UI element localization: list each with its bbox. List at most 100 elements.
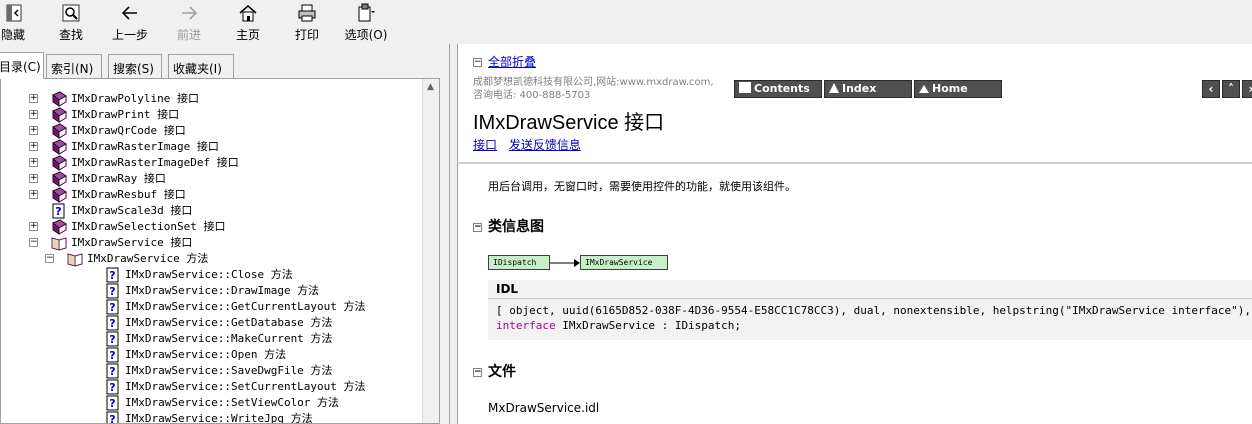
expand-icon[interactable]: + [29,190,38,199]
forward-button[interactable]: 前进 [172,0,206,44]
tree-item[interactable]: + IMxDrawRasterImage 接口 [1,139,421,155]
section-class-diagram[interactable]: − 类信息图 [473,216,544,236]
file-name: MxDrawService.idl [488,401,600,415]
company-info: 成都梦想凯德科技有限公司,网站:www.mxdraw.com,咨询电话: 400… [473,77,714,101]
tree-item[interactable]: + IMxDrawPolyline 接口 [1,91,421,107]
tree-item-label: IMxDrawService::WriteJpg 方法 [125,412,313,424]
inheritance-arrow-icon [550,259,580,267]
tree-item[interactable]: ? IMxDrawService::SetCurrentLayout 方法 [1,379,421,395]
tree-item-label: IMxDrawService::GetDatabase 方法 [125,316,333,329]
tree-item[interactable]: ? IMxDrawService::GetDatabase 方法 [1,315,421,331]
svg-text:?: ? [109,333,115,346]
expand-icon[interactable]: + [29,222,38,231]
tree-item-label: IMxDrawService 方法 [87,252,209,265]
tree-item-label: IMxDrawRasterImageDef 接口 [71,156,239,169]
tree-item[interactable]: + IMxDrawRasterImageDef 接口 [1,155,421,171]
expand-icon[interactable]: + [29,174,38,183]
printer-icon [298,4,316,22]
help-page-icon: ? [105,283,121,299]
base-class-box[interactable]: IDispatch [488,255,550,270]
expand-icon[interactable]: + [29,142,38,151]
section-file[interactable]: − 文件 [473,361,516,381]
feedback-link[interactable]: 发送反馈信息 [509,138,581,152]
tree-item[interactable]: + IMxDrawResbuf 接口 [1,187,421,203]
interface-link[interactable]: 接口 [473,138,497,152]
tab-index[interactable]: 索引(N) [46,54,102,78]
book-icon [51,139,67,155]
svg-text:?: ? [109,285,115,298]
tree-item[interactable]: ? IMxDrawService::WriteJpg 方法 [1,411,421,424]
svg-text:?: ? [109,349,115,362]
tree-item[interactable]: + IMxDrawPrint 接口 [1,107,421,123]
tree-item[interactable]: ? IMxDrawService::Open 方法 [1,347,421,363]
back-button[interactable]: 上一步 [108,0,152,44]
tree-item[interactable]: ? IMxDrawService::MakeCurrent 方法 [1,331,421,347]
hide-icon [6,4,22,22]
derived-class-box[interactable]: IMxDrawService [580,255,668,270]
book-icon [51,155,67,171]
tree-item[interactable]: + IMxDrawRay 接口 [1,171,421,187]
tree-item[interactable]: + IMxDrawQrCode 接口 [1,123,421,139]
collapse-all[interactable]: − 全部折叠 [473,53,536,70]
expand-icon[interactable]: + [29,94,38,103]
up-topic-button[interactable]: ˄ [1222,80,1240,98]
tree-item[interactable]: ? IMxDrawScale3d 接口 [1,203,421,219]
tree-item-label: IMxDrawService::Open 方法 [125,348,287,361]
options-button[interactable]: 选项(O) [342,0,390,44]
find-button[interactable]: 查找 [54,0,88,44]
tab-favorites[interactable]: 收藏夹(I) [168,54,234,78]
tree-item[interactable]: ? IMxDrawService::GetCurrentLayout 方法 [1,299,421,315]
tree-item[interactable]: + IMxDrawSelectionSet 接口 [1,219,421,235]
print-button[interactable]: 打印 [290,0,324,44]
collapse-icon: − [473,57,482,67]
scroll-up-icon[interactable]: ▲ [427,82,434,92]
expand-icon[interactable]: + [29,158,38,167]
tree-item[interactable]: ? IMxDrawService::DrawImage 方法 [1,283,421,299]
topic-content: − 全部折叠 成都梦想凯德科技有限公司,网站:www.mxdraw.com,咨询电… [459,44,1252,424]
tree-item[interactable]: − IMxDrawService 接口 [1,235,421,251]
chevron-up-icon: ˄ [1228,82,1234,96]
book-icon [51,187,67,203]
chevron-left-icon: ‹ [1208,82,1214,96]
tree-item[interactable]: ? IMxDrawService::SetViewColor 方法 [1,395,421,411]
contents-button[interactable]: Contents [734,80,822,98]
svg-text:?: ? [109,365,115,378]
book-icon [51,171,67,187]
previous-topic-button[interactable]: ‹ [1202,80,1220,98]
help-page-icon: ? [105,363,121,379]
page-title: IMxDrawService 接口 [473,112,665,134]
help-page-icon: ? [105,299,121,315]
collapse-icon[interactable]: − [45,254,54,263]
tab-strip: 目录(C) 索引(N) 搜索(S) 收藏夹(I) [0,52,450,79]
tree-item-label: IMxDrawQrCode 接口 [71,124,186,137]
tab-contents[interactable]: 目录(C) [0,52,44,79]
vertical-scrollbar[interactable]: ▲ [422,79,439,423]
collapse-icon[interactable]: − [29,238,38,247]
tree-item-label: IMxDrawService::DrawImage 方法 [125,284,320,297]
next-topic-button[interactable]: › [1242,80,1252,98]
contents-icon [739,82,751,93]
book-icon [51,219,67,235]
chevron-right-icon: › [1249,82,1252,96]
svg-text:?: ? [109,397,115,410]
hide-button[interactable]: 隐藏 [0,0,30,44]
book-icon [51,107,67,123]
topic-links: 接口 发送反馈信息 [473,136,589,153]
tree-item[interactable]: ? IMxDrawService::Close 方法 [1,267,421,283]
tree-item[interactable]: ? IMxDrawService::SaveDwgFile 方法 [1,363,421,379]
tree-item-label: IMxDrawService::GetCurrentLayout 方法 [125,300,366,313]
tree-item-label: IMxDrawService::SetCurrentLayout 方法 [125,380,366,393]
collapse-all-link[interactable]: 全部折叠 [488,55,536,69]
tree-item-label: IMxDrawService::SetViewColor 方法 [125,396,340,409]
idl-label: IDL [496,282,519,296]
tab-search[interactable]: 搜索(S) [108,54,162,78]
expand-icon[interactable]: + [29,110,38,119]
tree-item[interactable]: − IMxDrawService 方法 [1,251,421,267]
home-nav-button[interactable]: Home [914,80,1002,98]
pane-splitter[interactable] [450,44,458,424]
index-button[interactable]: Index [824,80,912,98]
expand-icon[interactable]: + [29,126,38,135]
svg-text:?: ? [109,301,115,314]
idl-divider [488,298,1252,299]
home-button[interactable]: 主页 [232,0,264,44]
